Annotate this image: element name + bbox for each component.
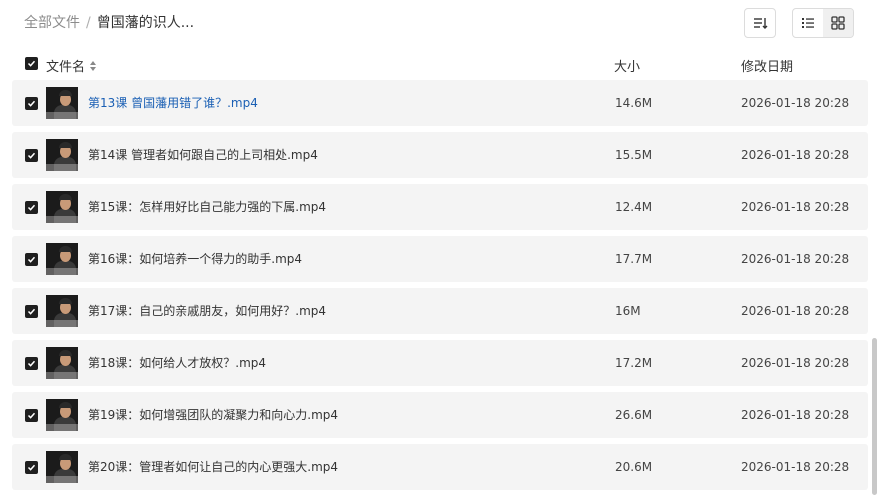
file-size: 12.4M xyxy=(615,200,653,214)
file-name[interactable]: 第13课 曾国藩用错了谁？.mp4 xyxy=(88,95,258,111)
file-name[interactable]: 第18课：如何给人才放权？.mp4 xyxy=(88,355,266,371)
file-name[interactable]: 第17课：自己的亲戚朋友，如何用好？.mp4 xyxy=(88,303,326,319)
file-row[interactable]: 第14课 管理者如何跟自己的上司相处.mp4 15.5M 2026-01-18 20… xyxy=(12,132,868,178)
file-row[interactable]: 第19课：如何增强团队的凝聚力和向心力.mp4 26.6M 2026-01-18 2… xyxy=(12,392,868,438)
file-row[interactable]: 第17课：自己的亲戚朋友，如何用好？.mp4 16M 2026-01-18 20:2… xyxy=(12,288,868,334)
file-row[interactable]: 第16课：如何培养一个得力的助手.mp4 17.7M 2026-01-18 20:2… xyxy=(12,236,868,282)
list-view-icon xyxy=(802,18,814,28)
file-name[interactable]: 第19课：如何增强团队的凝聚力和向心力.mp4 xyxy=(88,407,338,423)
top-bar: 全部文件 / 曾国藩的识人... xyxy=(0,0,878,46)
column-header-name-label: 文件名 xyxy=(46,60,86,75)
file-name[interactable]: 第16课：如何培养一个得力的助手.mp4 xyxy=(88,251,302,267)
checkmark-icon xyxy=(27,360,36,367)
video-thumbnail[interactable] xyxy=(46,191,78,223)
video-thumbnail[interactable] xyxy=(46,347,78,379)
file-size: 16M xyxy=(615,304,641,318)
video-thumbnail[interactable] xyxy=(46,243,78,275)
file-name[interactable]: 第14课 管理者如何跟自己的上司相处.mp4 xyxy=(88,147,318,163)
grid-view-button[interactable] xyxy=(823,9,853,37)
breadcrumb-separator: / xyxy=(86,15,91,31)
select-all-checkbox[interactable] xyxy=(25,57,38,70)
file-modified-date: 2026-01-18 20:28 xyxy=(741,356,850,370)
video-thumbnail[interactable] xyxy=(46,295,78,327)
table-header: 文件名 大小 修改日期 xyxy=(0,52,878,76)
file-name[interactable]: 第20课：管理者如何让自己的内心更强大.mp4 xyxy=(88,459,338,475)
file-row[interactable]: 第15课：怎样用好比自己能力强的下属.mp4 12.4M 2026-01-18 20… xyxy=(12,184,868,230)
sort-toggle-icon xyxy=(90,60,97,71)
video-thumbnail[interactable] xyxy=(46,87,78,119)
view-toggle xyxy=(792,8,854,38)
checkmark-icon xyxy=(27,152,36,159)
sort-button[interactable] xyxy=(744,8,776,38)
row-checkbox[interactable] xyxy=(25,305,38,318)
file-row[interactable]: 第13课 曾国藩用错了谁？.mp4 14.6M 2026-01-18 20:28 xyxy=(12,80,868,126)
video-thumbnail[interactable] xyxy=(46,451,78,483)
file-size: 20.6M xyxy=(615,460,653,474)
row-checkbox[interactable] xyxy=(25,201,38,214)
file-size: 26.6M xyxy=(615,408,653,422)
column-header-name[interactable]: 文件名 xyxy=(46,56,97,75)
row-checkbox[interactable] xyxy=(25,97,38,110)
row-checkbox[interactable] xyxy=(25,149,38,162)
file-name[interactable]: 第15课：怎样用好比自己能力强的下属.mp4 xyxy=(88,199,326,215)
checkmark-icon xyxy=(27,308,36,315)
file-modified-date: 2026-01-18 20:28 xyxy=(741,200,850,214)
scrollbar[interactable] xyxy=(872,338,877,495)
file-size: 15.5M xyxy=(615,148,653,162)
column-header-modified[interactable]: 修改日期 xyxy=(741,56,793,75)
checkmark-icon xyxy=(27,100,36,107)
video-thumbnail[interactable] xyxy=(46,399,78,431)
file-modified-date: 2026-01-18 20:28 xyxy=(741,148,850,162)
checkmark-icon xyxy=(27,60,36,67)
file-size: 17.2M xyxy=(615,356,653,370)
file-modified-date: 2026-01-18 20:28 xyxy=(741,304,850,318)
column-header-size[interactable]: 大小 xyxy=(614,56,640,75)
video-thumbnail[interactable] xyxy=(46,139,78,171)
list-view-button[interactable] xyxy=(793,9,823,37)
grid-view-icon xyxy=(831,16,845,30)
row-checkbox[interactable] xyxy=(25,253,38,266)
checkmark-icon xyxy=(27,464,36,471)
checkmark-icon xyxy=(27,204,36,211)
sort-descending-icon xyxy=(754,18,768,29)
file-modified-date: 2026-01-18 20:28 xyxy=(741,408,850,422)
breadcrumb-root-link[interactable]: 全部文件 xyxy=(24,14,80,32)
file-size: 14.6M xyxy=(615,96,653,110)
file-modified-date: 2026-01-18 20:28 xyxy=(741,96,850,110)
row-checkbox[interactable] xyxy=(25,409,38,422)
file-size: 17.7M xyxy=(615,252,653,266)
breadcrumb: 全部文件 / 曾国藩的识人... xyxy=(24,14,194,32)
file-row[interactable]: 第20课：管理者如何让自己的内心更强大.mp4 20.6M 2026-01-18 2… xyxy=(12,444,868,490)
breadcrumb-current: 曾国藩的识人... xyxy=(96,15,195,31)
file-modified-date: 2026-01-18 20:28 xyxy=(741,252,850,266)
row-checkbox[interactable] xyxy=(25,461,38,474)
file-row[interactable]: 第18课：如何给人才放权？.mp4 17.2M 2026-01-18 20:28 xyxy=(12,340,868,386)
row-checkbox[interactable] xyxy=(25,357,38,370)
checkmark-icon xyxy=(27,412,36,419)
checkmark-icon xyxy=(27,256,36,263)
file-modified-date: 2026-01-18 20:28 xyxy=(741,460,850,474)
